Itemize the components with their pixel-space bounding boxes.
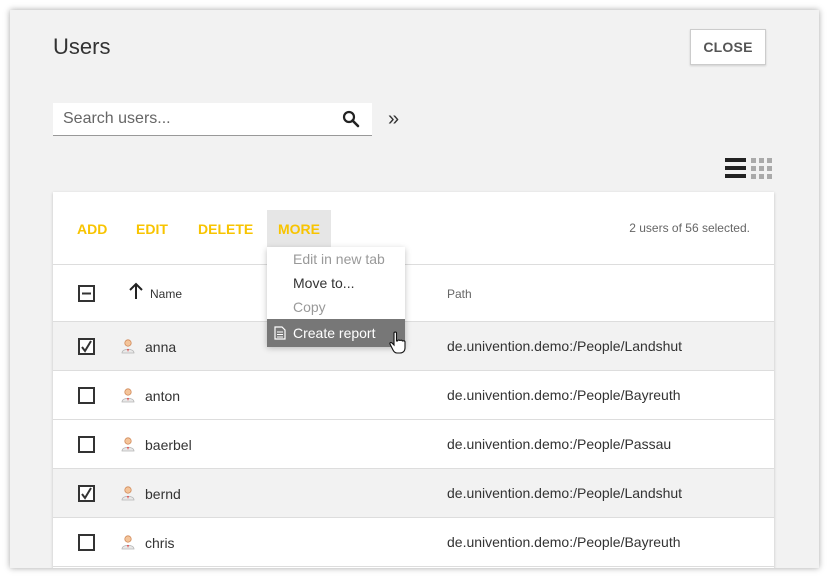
sort-arrow-up-icon[interactable] <box>128 282 144 300</box>
row-checkbox[interactable] <box>78 436 95 453</box>
edit-button[interactable]: EDIT <box>125 210 179 247</box>
user-path: de.univention.demo:/People/Landshut <box>447 485 683 501</box>
list-view-icon[interactable] <box>725 157 747 179</box>
table-row[interactable]: anna de.univention.demo:/People/Landshut <box>53 322 774 371</box>
search-box <box>53 103 372 136</box>
users-grid: ADD EDIT DELETE MORE 2 users of 56 selec… <box>53 192 774 568</box>
selection-status: 2 users of 56 selected. <box>629 221 750 235</box>
menu-item-edit-in-new-tab: Edit in new tab <box>293 251 385 267</box>
table-row[interactable]: bernd de.univention.demo:/People/Landshu… <box>53 469 774 518</box>
user-icon <box>121 535 135 550</box>
hand-cursor-icon <box>389 331 406 354</box>
user-icon <box>121 339 135 354</box>
report-icon <box>274 326 286 340</box>
user-icon <box>121 486 135 501</box>
user-path: de.univention.demo:/People/Bayreuth <box>447 387 681 403</box>
more-dropdown-menu: Edit in new tab Move to... Copy Create r… <box>267 247 405 347</box>
search-icon[interactable] <box>342 110 360 128</box>
column-header-name[interactable]: Name <box>150 287 182 301</box>
user-name: bernd <box>145 486 181 502</box>
double-chevron-right-icon[interactable]: » <box>388 108 399 131</box>
close-button[interactable]: CLOSE <box>690 29 766 65</box>
row-checkbox[interactable] <box>78 534 95 551</box>
user-name: baerbel <box>145 437 192 453</box>
page-title: Users <box>53 34 111 59</box>
grid-view-icon[interactable] <box>751 157 773 179</box>
row-checkbox[interactable] <box>78 387 95 404</box>
table-row[interactable]: baerbel de.univention.demo:/People/Passa… <box>53 420 774 469</box>
menu-item-copy: Copy <box>293 299 326 315</box>
user-path: de.univention.demo:/People/Passau <box>447 436 672 452</box>
menu-item-move-to[interactable]: Move to... <box>267 271 405 295</box>
search-input[interactable] <box>63 103 333 135</box>
table-row[interactable]: anton de.univention.demo:/People/Bayreut… <box>53 371 774 420</box>
row-checkbox[interactable] <box>78 485 95 502</box>
user-name: anton <box>145 388 181 404</box>
user-name: anna <box>145 339 177 355</box>
select-all-checkbox[interactable] <box>78 285 95 302</box>
menu-item-create-report[interactable]: Create report <box>267 319 405 347</box>
add-button[interactable]: ADD <box>66 210 118 247</box>
user-icon <box>121 388 135 403</box>
delete-button[interactable]: DELETE <box>187 210 264 247</box>
row-checkbox[interactable] <box>78 338 95 355</box>
user-path: de.univention.demo:/People/Landshut <box>447 338 683 354</box>
menu-item-label: Create report <box>293 325 376 341</box>
table-row[interactable]: chris de.univention.demo:/People/Bayreut… <box>53 518 774 567</box>
table-header: Name Path <box>53 265 774 322</box>
more-button[interactable]: MORE <box>267 210 331 247</box>
user-path: de.univention.demo:/People/Bayreuth <box>447 534 681 550</box>
user-icon <box>121 437 135 452</box>
column-header-path[interactable]: Path <box>447 287 472 301</box>
users-dialog: Users CLOSE » ADD EDIT DELETE MORE 2 use… <box>10 10 819 568</box>
user-name: chris <box>145 535 175 551</box>
toolbar: ADD EDIT DELETE MORE 2 users of 56 selec… <box>53 192 774 265</box>
